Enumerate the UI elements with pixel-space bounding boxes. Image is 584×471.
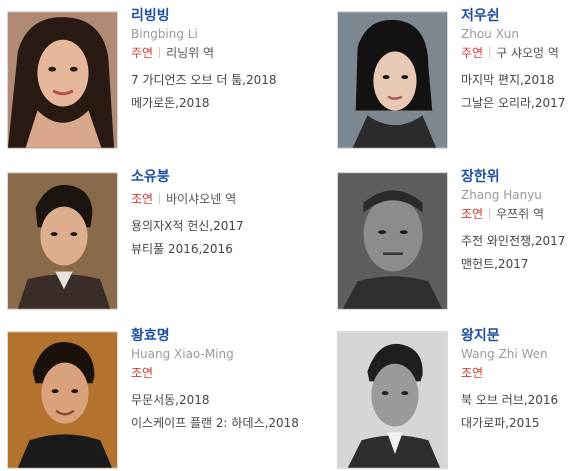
divider (159, 193, 161, 204)
work-item[interactable]: 맨헌트,2017 (461, 253, 584, 276)
work-item[interactable]: 무문서동,2018 (131, 389, 281, 412)
role-type: 조연 (461, 207, 484, 221)
actor-photo-image (8, 12, 117, 148)
role-line: 조연 바이샤오넨 역 (131, 192, 281, 207)
actor-name[interactable]: 소유붕 (131, 168, 281, 186)
actor-english-name: Huang Xiao-Ming (131, 347, 234, 361)
actor-photo[interactable] (7, 331, 118, 469)
actor-photo[interactable] (7, 172, 118, 310)
work-item[interactable]: 용의자X적 헌신,2017 (131, 215, 281, 238)
actor-english-name: Zhou Xun (461, 27, 520, 41)
actor-name[interactable]: 황효명 (131, 327, 281, 345)
actor-english-name: Zhang Hanyu (461, 188, 542, 202)
actor-card: 황효명 Huang Xiao-Ming 조연 무문서동,2018 이스케이프 플… (7, 328, 299, 471)
actor-info: 소유붕 조연 바이샤오넨 역 용의자X적 헌신,2017 뷰티풀 2016,201… (131, 169, 281, 261)
filmography: 북 오브 러브,2016 대가로파,2015 (461, 389, 584, 435)
work-item[interactable]: 뷰티풀 2016,2016 (131, 238, 281, 261)
actor-english-name: Wang Zhi Wen (461, 347, 548, 361)
actor-card: 장한위 Zhang Hanyu 조연 우쯔쥐 역 주전 와인전쟁,2017 맨헌트… (337, 169, 584, 312)
work-item[interactable]: 마지막 편지,2018 (461, 69, 584, 92)
role-type: 주연 (461, 46, 484, 60)
actor-photo-image (338, 12, 447, 148)
actor-photo[interactable] (337, 11, 448, 149)
divider (489, 47, 491, 58)
filmography: 용의자X적 헌신,2017 뷰티풀 2016,2016 (131, 215, 281, 261)
actor-photo[interactable] (7, 11, 118, 149)
actor-info: 황효명 Huang Xiao-Ming 조연 무문서동,2018 이스케이프 플… (131, 328, 299, 435)
role-type: 조연 (461, 366, 484, 380)
actor-card: 저우쉰 Zhou Xun 주연 구 샤오멍 역 마지막 편지,2018 그날은 오… (337, 8, 584, 151)
actor-photo-image (8, 332, 117, 468)
role-type: 주연 (131, 46, 154, 60)
divider (489, 208, 491, 219)
actor-photo[interactable] (337, 331, 448, 469)
role-line: 주연 구 샤오멍 역 (461, 46, 584, 61)
actor-photo-image (8, 173, 117, 309)
role-line: 주연 리닝위 역 (131, 46, 281, 61)
filmography: 마지막 편지,2018 그날은 오리라,2017 (461, 69, 584, 115)
actor-photo-image (338, 173, 447, 309)
actor-card: 리빙빙 Bingbing Li 주연 리닝위 역 7 가디언즈 오브 더 툼,20… (7, 8, 277, 151)
actor-name[interactable]: 왕지문 (461, 327, 584, 345)
role-type: 조연 (131, 366, 154, 380)
actor-photo-image (338, 332, 447, 468)
work-item[interactable]: 7 가디언즈 오브 더 툼,2018 (131, 69, 281, 92)
character-name: 구 샤오멍 역 (496, 46, 559, 60)
role-line: 조연 우쯔쥐 역 (461, 207, 584, 222)
divider (159, 47, 161, 58)
actor-name[interactable]: 저우쉰 (461, 7, 584, 25)
filmography: 무문서동,2018 이스케이프 플랜 2: 하데스,2018 (131, 389, 299, 435)
actor-info: 장한위 Zhang Hanyu 조연 우쯔쥐 역 주전 와인전쟁,2017 맨헌트… (461, 169, 584, 276)
actor-name[interactable]: 장한위 (461, 168, 584, 186)
filmography: 주전 와인전쟁,2017 맨헌트,2017 (461, 230, 584, 276)
actor-info: 저우쉰 Zhou Xun 주연 구 샤오멍 역 마지막 편지,2018 그날은 오… (461, 8, 584, 115)
actor-name[interactable]: 리빙빙 (131, 7, 281, 25)
role-type: 조연 (131, 192, 154, 206)
role-line: 조연 (461, 366, 584, 381)
character-name: 리닝위 역 (166, 46, 215, 60)
character-name: 우쯔쥐 역 (496, 207, 545, 221)
actor-card: 왕지문 Wang Zhi Wen 조연 북 오브 러브,2016 대가로파,20… (337, 328, 584, 471)
work-item[interactable]: 주전 와인전쟁,2017 (461, 230, 584, 253)
actor-card: 소유붕 조연 바이샤오넨 역 용의자X적 헌신,2017 뷰티풀 2016,201… (7, 169, 267, 312)
actor-english-name: Bingbing Li (131, 27, 198, 41)
actor-info: 리빙빙 Bingbing Li 주연 리닝위 역 7 가디언즈 오브 더 툼,20… (131, 8, 281, 115)
filmography: 7 가디언즈 오브 더 툼,2018 메가로돈,2018 (131, 69, 281, 115)
work-item[interactable]: 이스케이프 플랜 2: 하데스,2018 (131, 412, 299, 435)
role-line: 조연 (131, 366, 281, 381)
actor-photo[interactable] (337, 172, 448, 310)
work-item[interactable]: 메가로돈,2018 (131, 92, 281, 115)
actor-info: 왕지문 Wang Zhi Wen 조연 북 오브 러브,2016 대가로파,20… (461, 328, 584, 435)
work-item[interactable]: 대가로파,2015 (461, 412, 584, 435)
work-item[interactable]: 북 오브 러브,2016 (461, 389, 584, 412)
work-item[interactable]: 그날은 오리라,2017 (461, 92, 584, 115)
character-name: 바이샤오넨 역 (166, 192, 237, 206)
